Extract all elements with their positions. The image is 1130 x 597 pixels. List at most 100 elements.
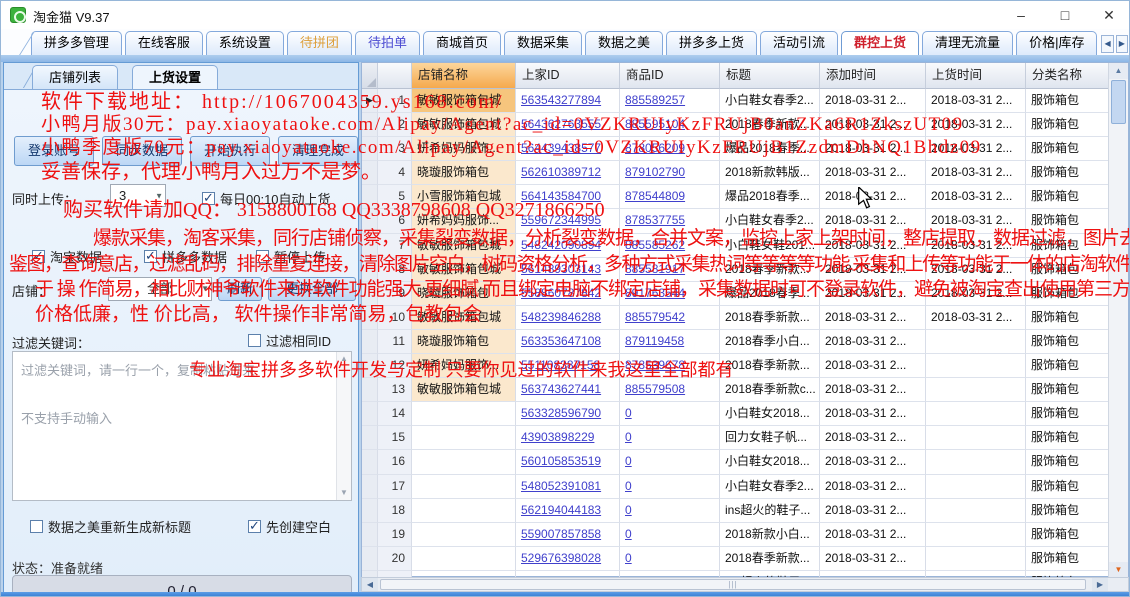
item-id-link[interactable]: 0: [625, 527, 632, 541]
table-corner-cell[interactable]: [362, 63, 378, 89]
textarea-scrollbar[interactable]: ▲ ▼: [336, 352, 351, 500]
table-row[interactable]: 3 妍希妈妈服饰... 564439438577 878056209 爆品201…: [362, 137, 1110, 161]
tab-price-stock[interactable]: 价格|库存: [1016, 31, 1097, 55]
start-execute-button[interactable]: 开始执行: [190, 136, 270, 166]
table-row[interactable]: 12 妍希妈妈服饰... 551108387158 878539678 2018…: [362, 354, 1110, 378]
seller-id-link[interactable]: 43903898229: [521, 430, 594, 444]
header-store-name[interactable]: 店铺名称: [412, 63, 516, 89]
tab-pinduoduo-upload[interactable]: 拼多多上货: [666, 31, 757, 55]
tab-activity-traffic[interactable]: 活动引流: [760, 31, 838, 55]
tab-data-collect[interactable]: 数据采集: [504, 31, 582, 55]
tab-pinduoduo-manage[interactable]: 拼多多管理: [31, 31, 122, 55]
seller-id-link[interactable]: 564439438577: [521, 141, 601, 155]
header-added-time[interactable]: 添加时间: [820, 63, 926, 89]
header-seller-id[interactable]: 上家ID: [516, 63, 620, 89]
seller-id-link[interactable]: 563328596790: [521, 406, 601, 420]
item-id-link[interactable]: 891763544: [625, 286, 685, 300]
table-row[interactable]: 13 敏敏服饰箱包城 563743627441 885579508 2018春季…: [362, 378, 1110, 402]
item-id-link[interactable]: 878056209: [625, 141, 685, 155]
seller-id-link[interactable]: 548242090894: [521, 238, 601, 252]
seller-id-link[interactable]: 551108387158: [521, 358, 600, 372]
seller-id-link[interactable]: 559672344995: [521, 213, 601, 227]
seller-id-link[interactable]: 561489303143: [521, 262, 601, 276]
tab-scroll-right-icon[interactable]: ▶: [1116, 35, 1128, 53]
item-id-link[interactable]: 878539678: [625, 358, 685, 372]
filter-same-id-checkbox[interactable]: 过滤相同ID: [248, 331, 331, 350]
header-row-number[interactable]: [378, 63, 412, 89]
horizontal-scrollbar[interactable]: ◀ ||| ▶: [361, 577, 1129, 592]
seller-id-link[interactable]: 564143584700: [521, 189, 601, 203]
tab-pending-order[interactable]: 待拍单: [355, 31, 420, 55]
seller-id-link[interactable]: 563543277894: [521, 93, 601, 107]
table-row[interactable]: 9 晓璇服饰箱包 558860787842 891763544 爆品2018春季…: [362, 282, 1110, 306]
seller-id-link[interactable]: 563353647108: [521, 334, 601, 348]
item-id-link[interactable]: 0: [625, 430, 632, 444]
table-row[interactable]: 19 559007857858 0 2018新款小白... 2018-03-31…: [362, 523, 1110, 547]
item-id-link[interactable]: 878537755: [625, 213, 685, 227]
scroll-down-icon[interactable]: ▼: [1109, 562, 1128, 578]
horizontal-scroll-thumb[interactable]: |||: [380, 579, 1086, 590]
minimize-button[interactable]: –: [1001, 1, 1041, 29]
tab-clean-no-traffic[interactable]: 清理无流量: [922, 31, 1013, 55]
item-id-link[interactable]: 885579508: [625, 382, 685, 396]
sync-data-button[interactable]: 同步数据: [102, 136, 182, 166]
seller-id-link[interactable]: 529676398028: [521, 551, 601, 565]
table-row[interactable]: 5 小雪服饰箱包城 564143584700 878544809 爆品2018春…: [362, 185, 1110, 209]
tab-pending-group[interactable]: 待拼团: [287, 31, 352, 55]
table-row[interactable]: 4 晓璇服饰箱包 562610389712 879102790 2018新款韩版…: [362, 161, 1110, 185]
scroll-up-icon[interactable]: ▲: [1109, 63, 1128, 79]
tab-system-settings[interactable]: 系统设置: [206, 31, 284, 55]
item-id-link[interactable]: 0: [625, 454, 632, 468]
filter-keywords-textarea[interactable]: 过滤关键词，请一行一个，复制粘贴进来 不支持手动输入 ▲ ▼: [12, 351, 352, 501]
scroll-down-icon[interactable]: ▼: [337, 486, 351, 500]
refresh-button[interactable]: 刷新: [218, 277, 262, 301]
tab-scroll-left-icon[interactable]: ◀: [1101, 35, 1113, 53]
scroll-left-icon[interactable]: ◀: [362, 578, 378, 591]
item-id-link[interactable]: 878544809: [625, 189, 685, 203]
seller-id-link[interactable]: 548239846288: [521, 310, 601, 324]
scroll-right-icon[interactable]: ▶: [1092, 578, 1108, 591]
regenerate-title-checkbox[interactable]: 数据之美重新生成新标题: [30, 517, 191, 536]
upload-count-dropdown[interactable]: 3 ▼: [110, 184, 166, 207]
tab-shop-list[interactable]: 店铺列表: [32, 65, 118, 89]
table-row[interactable]: 10 敏敏服饰箱包城 548239846288 885579542 2018春季…: [362, 306, 1110, 330]
table-row[interactable]: 18 562194044183 0 ins超火的鞋子... 2018-03-31…: [362, 499, 1110, 523]
item-id-link[interactable]: 885595104: [625, 117, 685, 131]
table-row[interactable]: ▶ 1 敏敏服饰箱包城 563543277894 885589257 小白鞋女春…: [362, 89, 1110, 113]
table-row[interactable]: 2 敏敏服饰箱包城 564362763555 885595104 2018春季新…: [362, 113, 1110, 137]
maximize-button[interactable]: □: [1045, 1, 1085, 29]
switch-all-button[interactable]: 更换全部: [268, 277, 356, 301]
seller-id-link[interactable]: 562194044183: [521, 503, 601, 517]
header-category[interactable]: 分类名称: [1026, 63, 1110, 89]
table-row[interactable]: 14 563328596790 0 小白鞋女2018... 2018-03-31…: [362, 402, 1110, 426]
header-title[interactable]: 标题: [720, 63, 820, 89]
vertical-scroll-thumb[interactable]: [1111, 80, 1126, 124]
tab-data-beauty[interactable]: 数据之美: [585, 31, 663, 55]
seller-id-link[interactable]: 562610389712: [521, 165, 601, 179]
tab-mall-home[interactable]: 商城首页: [423, 31, 501, 55]
auto-upload-checkbox[interactable]: 每日00:10自动上货: [202, 189, 331, 208]
header-upload-time[interactable]: 上货时间: [926, 63, 1026, 89]
table-row[interactable]: 16 560105853519 0 小白鞋女2018... 2018-03-31…: [362, 450, 1110, 474]
item-id-link[interactable]: 879102790: [625, 165, 685, 179]
login-account-button[interactable]: 登录账号: [14, 136, 94, 166]
clean-finish-button[interactable]: 清理完成: [278, 136, 358, 166]
seller-id-link[interactable]: 559007857858: [521, 527, 601, 541]
tab-upload-settings[interactable]: 上货设置: [132, 65, 218, 89]
seller-id-link[interactable]: 548052391081: [521, 479, 601, 493]
table-row[interactable]: 17 548052391081 0 小白鞋女春季2... 2018-03-31 …: [362, 475, 1110, 499]
header-item-id[interactable]: 商品ID: [620, 63, 720, 89]
tab-online-service[interactable]: 在线客服: [125, 31, 203, 55]
item-id-link[interactable]: 885585262: [625, 238, 685, 252]
table-row[interactable]: 11 晓璇服饰箱包 563353647108 879119458 2018春季小…: [362, 330, 1110, 354]
taobao-data-checkbox[interactable]: 淘宝数据: [32, 247, 102, 266]
tab-group-upload[interactable]: 群控上货: [841, 31, 919, 55]
item-id-link[interactable]: 885579542: [625, 310, 685, 324]
item-id-link[interactable]: 0: [625, 406, 632, 420]
item-id-link[interactable]: 885581917: [625, 262, 685, 276]
table-row[interactable]: 7 敏敏服饰箱包城 548242090894 885585262 小白鞋女鞋20…: [362, 234, 1110, 258]
vertical-scrollbar[interactable]: ▲ ▼: [1108, 63, 1128, 578]
item-id-link[interactable]: 0: [625, 479, 632, 493]
pinduoduo-data-checkbox[interactable]: 拼多多数据: [144, 247, 227, 266]
item-id-link[interactable]: 885589257: [625, 93, 685, 107]
